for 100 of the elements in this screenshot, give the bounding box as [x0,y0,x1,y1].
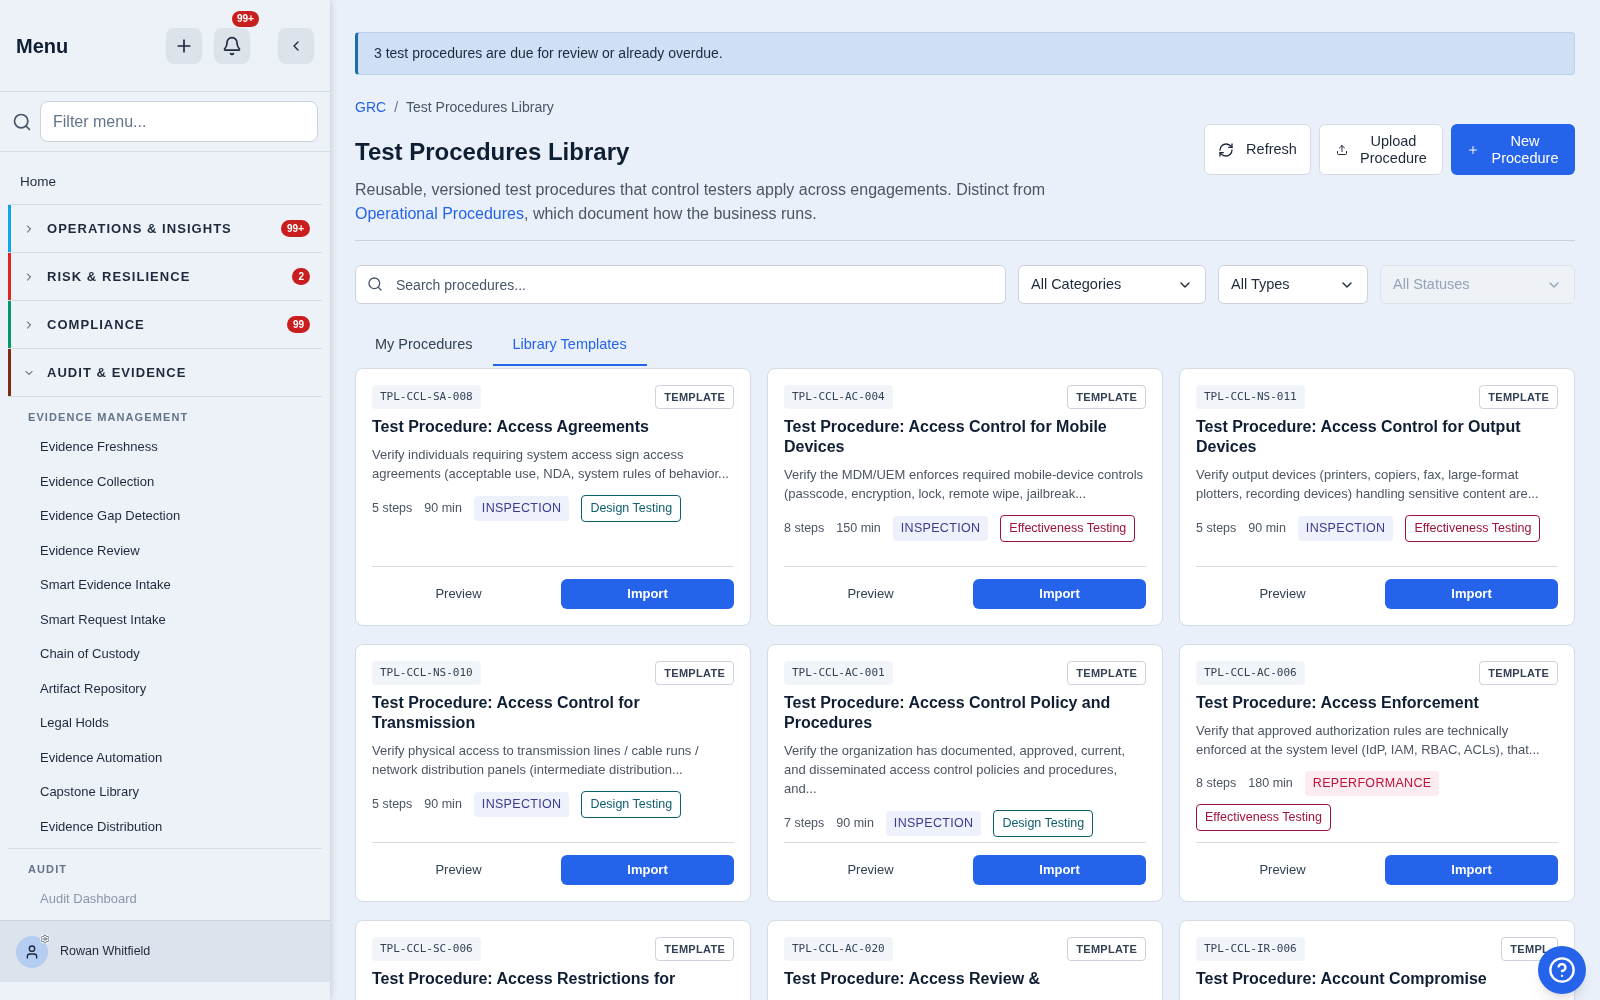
menu-item[interactable]: Artifact Repository [8,671,322,706]
method-tag: INSPECTION [1297,516,1394,541]
procedure-code: TPL-CCL-AC-006 [1196,660,1305,686]
menu-item[interactable]: Evidence Collection [8,464,322,499]
procedure-title: Test Procedure: Account Compromise [1196,969,1488,990]
method-tag: INSPECTION [473,792,570,817]
testing-type-tag: Effectiveness Testing [1405,515,1541,542]
template-badge: TEMPLATE [655,384,734,410]
steps-count: 8 steps [784,520,825,538]
search-icon [367,276,383,292]
menu-item[interactable]: Evidence Automation [8,740,322,775]
upload-icon [1336,143,1348,156]
steps-count: 7 steps [784,815,825,833]
procedure-code: TPL-CCL-SC-006 [372,936,481,962]
breadcrumb-link[interactable]: GRC [355,97,387,118]
filter-dropdown[interactable]: All Types [1218,265,1368,304]
template-badge: TEMPLATE [1067,660,1146,686]
procedure-title: Test Procedure: Access Review & [784,969,1042,990]
tab[interactable]: Library Templates [492,334,647,366]
procedure-code: TPL-CCL-SA-008 [372,384,481,410]
import-button[interactable]: Import [1385,855,1558,885]
procedure-code: TPL-CCL-AC-004 [784,384,893,410]
duration: 150 min [836,520,881,538]
operational-procedures-link[interactable]: Operational Procedures [355,205,524,222]
section-label: AUDIT & EVIDENCE [47,364,188,382]
new-procedure-button[interactable]: New Procedure [1451,124,1575,175]
procedure-description: Verify the MDM/UEM enforces required mobile-device controls (passcode, encryption, lock, remote wipe, jailbreak... [784,466,1145,504]
template-badge: TEMPLATE [1479,384,1558,410]
bell-icon [222,35,242,56]
menu-item[interactable]: Smart Evidence Intake [8,567,322,603]
import-button[interactable]: Import [561,855,734,885]
count-badge: 99 [286,316,310,334]
duration: 90 min [836,815,874,833]
import-button[interactable]: Import [561,579,734,609]
page-title: Test Procedures Library [355,137,631,167]
search-icon [12,111,32,132]
alert-banner: 3 test procedures are due for review or already overdue. [355,32,1575,75]
template-badge: TEMPLATE [655,660,734,686]
menu-item[interactable]: Smart Request Intake [8,602,322,637]
method-tag: INSPECTION [473,496,570,521]
search-field[interactable]: Search procedures... [355,265,1006,304]
help-icon [1548,956,1576,984]
page-description: Reusable, versioned test procedures that control testers apply across engagements. Distinct from Operational Procedures, which document how the business runs. [355,180,1047,224]
count-badge: 99+ [281,220,310,238]
filter-dropdown[interactable]: All Categories [1018,265,1206,304]
count-badge: 2 [292,268,310,286]
section-label: OPERATIONS & INSIGHTS [47,220,233,238]
preview-button[interactable]: Preview [372,856,545,884]
preview-button[interactable]: Preview [372,580,545,608]
gear-icon [40,933,50,944]
template-badge: TEMPLATE [1479,660,1558,686]
menu-section[interactable]: RISK & RESILIENCE 2 [11,253,322,301]
procedure-title: Test Procedure: Access Control Policy and Procedures [784,693,1112,734]
menu-section[interactable]: AUDIT & EVIDENCE [11,349,322,397]
steps-count: 5 steps [1196,520,1237,538]
notifications-button[interactable] [214,27,250,64]
procedure-code: TPL-CCL-NS-010 [372,660,481,686]
section-label: COMPLIANCE [47,316,146,334]
menu-item[interactable]: Capstone Library [8,774,322,810]
duration: 180 min [1248,775,1293,793]
plus-icon [1467,143,1479,156]
menu-item[interactable]: Evidence Review [8,533,322,568]
steps-count: 5 steps [372,500,413,518]
duration: 90 min [1248,520,1286,538]
menu-item[interactable]: Chain of Custody [8,636,322,672]
menu-section[interactable]: COMPLIANCE 99 [11,301,322,349]
preview-button[interactable]: Preview [1196,580,1369,608]
method-tag: INSPECTION [892,516,989,541]
user-icon [24,943,40,960]
procedure-description: Verify output devices (printers, copiers, fax, large-format plotters, recording devices) handling sensitive content are... [1196,466,1540,504]
breadcrumb-current: Test Procedures Library [406,98,554,117]
group-heading: AUDIT [27,861,69,877]
menu-item[interactable]: Evidence Freshness [8,429,322,465]
menu-item[interactable]: Evidence Distribution [8,809,322,844]
import-button[interactable]: Import [973,855,1146,885]
menu-item[interactable]: Legal Holds [8,705,322,741]
add-button[interactable] [166,27,202,64]
user-avatar[interactable] [16,935,48,968]
import-button[interactable]: Import [973,579,1146,609]
procedure-title: Test Procedure: Access Control for Mobile Devices [784,417,1108,458]
testing-type-tag: Effectiveness Testing [1196,804,1331,831]
menu-section[interactable]: OPERATIONS & INSIGHTS 99+ [11,205,322,253]
procedure-code: TPL-CCL-AC-001 [784,660,893,686]
procedure-description: Verify the organization has documented, approved, current, and disseminated access control policies and procedures, and... [784,742,1127,799]
testing-type-tag: Effectiveness Testing [1000,515,1136,542]
preview-button[interactable]: Preview [784,856,957,884]
home-link[interactable]: Home [8,160,322,205]
preview-button[interactable]: Preview [1196,856,1369,884]
user-name: Rowan Whitfield [60,943,151,961]
refresh-button[interactable]: Refresh [1204,124,1311,175]
tab[interactable]: My Procedures [355,334,493,366]
filter-menu-field[interactable]: Filter menu... [40,101,318,142]
procedure-code: TPL-CCL-NS-011 [1196,384,1305,410]
procedure-title: Test Procedure: Access Enforcement [1196,693,1480,714]
preview-button[interactable]: Preview [784,580,957,608]
upload-button[interactable]: Upload Procedure [1319,124,1443,175]
import-button[interactable]: Import [1385,579,1558,609]
duration: 90 min [424,500,462,518]
testing-type-tag: Design Testing [581,791,682,818]
menu-item[interactable]: Evidence Gap Detection [8,498,322,534]
